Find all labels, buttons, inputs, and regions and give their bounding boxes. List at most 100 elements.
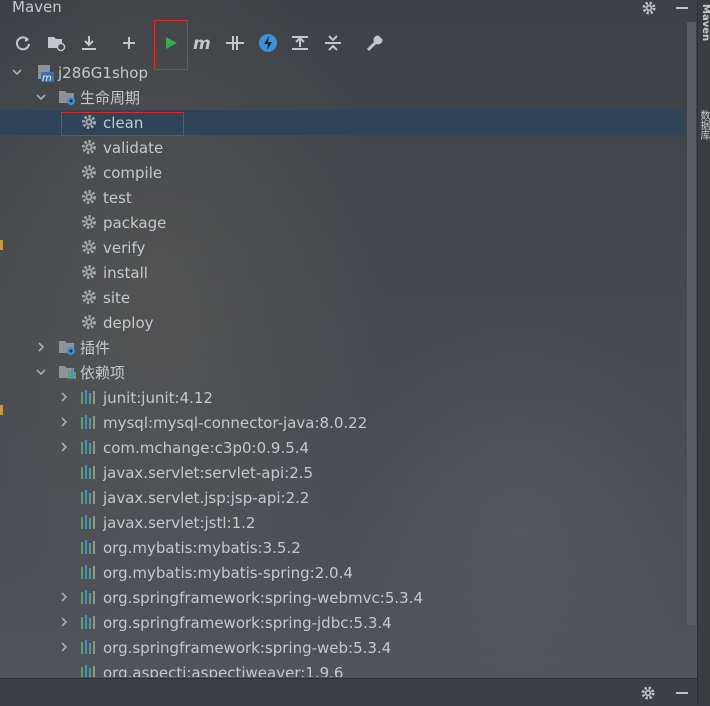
lifecycle-goal-site[interactable]: site — [0, 285, 685, 310]
lifecycle-goal-package[interactable]: package — [0, 210, 685, 235]
clean-goal-highlight — [61, 112, 184, 136]
dependency-label: org.mybatis:mybatis:3.5.2 — [103, 538, 301, 557]
dependency-item[interactable]: com.mchange:c3p0:0.9.5.4 — [0, 435, 685, 460]
dependency-item[interactable]: org.mybatis:mybatis:3.5.2 — [0, 535, 685, 560]
dependency-item[interactable]: junit:junit:4.12 — [0, 385, 685, 410]
dependency-item[interactable]: org.springframework:spring-web:5.3.4 — [0, 635, 685, 660]
lifecycle-goal-install[interactable]: install — [0, 260, 685, 285]
minimize-icon[interactable] — [671, 0, 693, 18]
library-icon — [80, 439, 96, 455]
dependencies-label: 依赖项 — [80, 364, 126, 382]
gear-icon — [81, 314, 97, 330]
lifecycle-goal-test[interactable]: test — [0, 185, 685, 210]
dependency-item[interactable]: org.springframework:spring-jdbc:5.3.4 — [0, 610, 685, 635]
lifecycle-goal-label: compile — [103, 163, 163, 182]
dependencies-folder-icon — [58, 364, 76, 380]
dependency-item[interactable]: javax.servlet:jstl:1.2 — [0, 510, 685, 535]
gear-icon — [81, 214, 97, 230]
lifecycle-goal-label: validate — [103, 138, 164, 157]
dependency-item[interactable]: org.mybatis:mybatis-spring:2.0.4 — [0, 560, 685, 585]
library-icon — [80, 639, 96, 655]
dependency-label: org.springframework:spring-webmvc:5.3.4 — [103, 588, 423, 607]
dependency-item[interactable]: org.springframework:spring-webmvc:5.3.4 — [0, 585, 685, 610]
dependency-item[interactable]: mysql:mysql-connector-java:8.0.22 — [0, 410, 685, 435]
tree-node-plugins[interactable]: 插件 — [0, 335, 685, 360]
chevron-right-icon[interactable] — [58, 591, 70, 603]
download-icon[interactable] — [77, 31, 101, 55]
chevron-down-icon[interactable] — [35, 91, 47, 103]
add-icon[interactable] — [117, 31, 141, 55]
project-label: j286G1shop — [58, 63, 148, 82]
chevron-down-icon[interactable] — [35, 366, 47, 378]
dependency-label: org.springframework:spring-web:5.3.4 — [103, 638, 392, 657]
dependency-label: mysql:mysql-connector-java:8.0.22 — [103, 413, 368, 432]
svg-text:m: m — [42, 73, 52, 82]
chevron-down-icon[interactable] — [11, 66, 23, 78]
chevron-right-icon[interactable] — [58, 616, 70, 628]
lifecycle-goal-label: test — [103, 188, 132, 207]
lifecycle-goal-label: site — [103, 288, 131, 307]
chevron-right-icon[interactable] — [58, 441, 70, 453]
library-icon — [80, 664, 96, 677]
lifecycle-goal-label: install — [103, 263, 148, 282]
dependency-item[interactable]: org.aspectj:aspectjweaver:1.9.6 — [0, 660, 685, 677]
right-tool-strip: Maven 数据库 — [697, 0, 710, 705]
svg-text:m: m — [193, 34, 211, 52]
vertical-scrollbar[interactable] — [687, 22, 696, 625]
gear-icon — [81, 139, 97, 155]
show-dependencies-icon[interactable] — [288, 31, 312, 55]
collapse-all-icon[interactable] — [321, 31, 345, 55]
gear-icon — [81, 264, 97, 280]
library-icon — [80, 489, 96, 505]
dependency-item[interactable]: javax.servlet:servlet-api:2.5 — [0, 460, 685, 485]
gear-icon[interactable] — [638, 0, 660, 18]
side-tab-maven[interactable]: Maven — [698, 4, 710, 41]
chevron-right-icon[interactable] — [58, 391, 70, 403]
library-icon — [80, 589, 96, 605]
tree-node-dependencies[interactable]: 依赖项 — [0, 360, 685, 385]
dependency-label: com.mchange:c3p0:0.9.5.4 — [103, 438, 310, 457]
plugins-folder-icon — [58, 339, 75, 355]
settings-wrench-icon[interactable] — [363, 31, 387, 55]
chevron-right-icon[interactable] — [58, 641, 70, 653]
chevron-right-icon[interactable] — [35, 341, 47, 353]
dependency-label: javax.servlet.jsp:jsp-api:2.2 — [103, 488, 310, 507]
tool-window-header: Maven — [0, 0, 697, 22]
dependency-item[interactable]: javax.servlet.jsp:jsp-api:2.2 — [0, 485, 685, 510]
library-icon — [80, 414, 96, 430]
lifecycle-goal-verify[interactable]: verify — [0, 235, 685, 260]
skip-tests-icon[interactable] — [256, 31, 280, 55]
lifecycle-goal-label: verify — [103, 238, 146, 257]
lifecycle-goal-label: deploy — [103, 313, 154, 332]
lifecycle-goal-validate[interactable]: validate — [0, 135, 685, 160]
tool-window-title: Maven — [12, 0, 62, 16]
bottom-tool-bar — [0, 678, 697, 706]
tree-node-lifecycle[interactable]: 生命周期 — [0, 85, 685, 110]
lifecycle-folder-icon — [58, 89, 75, 105]
plugins-label: 插件 — [80, 339, 111, 357]
minimize-icon[interactable] — [674, 685, 690, 705]
gear-icon — [81, 239, 97, 255]
side-tab-database[interactable]: 数据库 — [698, 110, 710, 140]
maven-toolbar: m — [0, 24, 697, 60]
library-icon — [80, 614, 96, 630]
maven-goal-icon[interactable]: m — [191, 31, 215, 55]
library-icon — [80, 539, 96, 555]
library-icon — [80, 389, 96, 405]
gear-icon[interactable] — [640, 685, 656, 705]
chevron-right-icon[interactable] — [58, 416, 70, 428]
library-icon — [80, 564, 96, 580]
tree-node-project[interactable]: m j286G1shop — [0, 60, 685, 85]
library-icon — [80, 514, 96, 530]
dependency-label: org.springframework:spring-jdbc:5.3.4 — [103, 613, 392, 632]
reload-icon[interactable] — [11, 31, 35, 55]
lifecycle-goal-compile[interactable]: compile — [0, 160, 685, 185]
dependency-label: org.aspectj:aspectjweaver:1.9.6 — [103, 663, 344, 678]
dependency-label: javax.servlet:jstl:1.2 — [103, 513, 256, 532]
dependency-label: javax.servlet:servlet-api:2.5 — [103, 463, 314, 482]
dependency-label: junit:junit:4.12 — [103, 388, 213, 407]
lifecycle-goal-deploy[interactable]: deploy — [0, 310, 685, 335]
lifecycle-label: 生命周期 — [80, 89, 141, 107]
toggle-offline-icon[interactable] — [223, 31, 247, 55]
add-maven-projects-icon[interactable] — [44, 31, 68, 55]
